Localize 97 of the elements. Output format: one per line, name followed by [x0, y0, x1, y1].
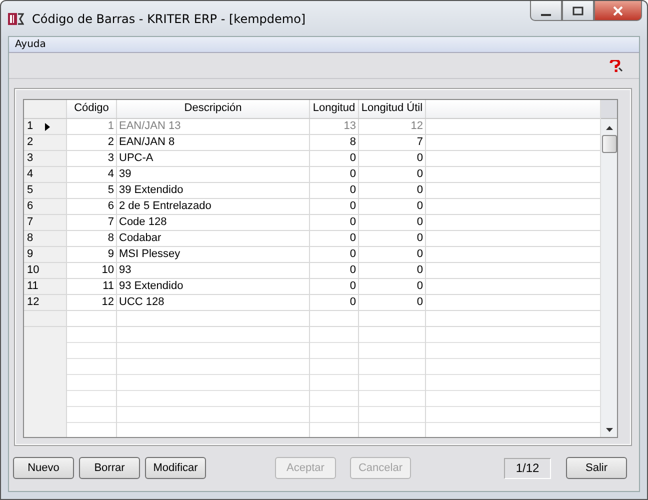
table-cell: 0 [359, 247, 426, 263]
table-cell: 2 [67, 135, 117, 151]
maximize-button[interactable] [562, 1, 594, 21]
table-cell: 8 [67, 231, 117, 247]
table-cell: 9 [67, 247, 117, 263]
table-cell: 0 [359, 231, 426, 247]
close-icon [612, 6, 624, 16]
menu-item[interactable]: Ayuda [15, 39, 46, 50]
table-cell: Codabar [117, 231, 310, 247]
row-number: 3 [27, 151, 34, 166]
column-header[interactable]: Código [67, 100, 117, 118]
scroll-up-icon[interactable] [606, 126, 612, 130]
table-cell: 6 [67, 199, 117, 215]
table-cell: 0 [359, 151, 426, 167]
table-cell: 11 [67, 279, 117, 295]
row-number: 2 [27, 135, 34, 150]
row-number: 11 [27, 279, 38, 294]
row-number: 4 [27, 167, 34, 182]
minimize-icon [541, 14, 551, 16]
column-header[interactable]: Longitud [310, 100, 359, 118]
table-cell: EAN/JAN 8 [117, 135, 310, 151]
table-cell: 8 [310, 135, 359, 151]
table-cell: UPC-A [117, 151, 310, 167]
table-cell: 0 [310, 231, 359, 247]
table-cell: 0 [359, 215, 426, 231]
row-number: 12 [27, 295, 40, 310]
column-header[interactable]: Longitud Útil [359, 100, 426, 118]
table-cell: 0 [359, 295, 426, 311]
table-cell: 93 [117, 263, 310, 279]
table-cell: 7 [67, 215, 117, 231]
table-cell: 4 [67, 167, 117, 183]
maximize-icon [572, 6, 584, 16]
help-icon[interactable] [609, 60, 623, 72]
vertical-scrollbar[interactable] [600, 100, 617, 437]
table-cell: 2 de 5 Entrelazado [117, 199, 310, 215]
action-button[interactable]: Modificar [145, 457, 206, 479]
row-number: 5 [27, 183, 34, 198]
action-button[interactable]: Borrar [79, 457, 140, 479]
table-cell: MSI Plessey [117, 247, 310, 263]
table-cell: 1 [67, 119, 117, 135]
current-row-icon [45, 122, 50, 130]
row-header[interactable]: 4 [24, 167, 67, 183]
table-cell: 13 [310, 119, 359, 135]
row-number: 6 [27, 199, 34, 214]
table-cell: 12 [359, 119, 426, 135]
column-header[interactable]: Descripción [117, 100, 310, 118]
table-cell: 0 [310, 183, 359, 199]
exit-button[interactable]: Salir [566, 457, 627, 479]
record-counter: 1/12 [504, 458, 551, 478]
table-cell: 0 [310, 247, 359, 263]
table-cell: 0 [359, 167, 426, 183]
table-cell: 7 [359, 135, 426, 151]
table-cell: 0 [310, 295, 359, 311]
table-cell: 39 [117, 167, 310, 183]
table-cell: 0 [310, 263, 359, 279]
table-cell: 0 [310, 215, 359, 231]
table-cell: 10 [67, 263, 117, 279]
table-cell: 0 [310, 167, 359, 183]
table-cell: 0 [310, 199, 359, 215]
table-cell: 0 [359, 279, 426, 295]
table-cell: 3 [67, 151, 117, 167]
row-header[interactable]: 6 [24, 199, 67, 215]
table-cell: 0 [359, 199, 426, 215]
table-cell: 12 [67, 295, 117, 311]
table-cell: 0 [359, 263, 426, 279]
table-cell: EAN/JAN 13 [117, 119, 310, 135]
row-number: 1 [27, 119, 34, 134]
table-cell: 0 [310, 151, 359, 167]
table-cell: Code 128 [117, 215, 310, 231]
scrollbar-corner [601, 100, 617, 119]
table-cell: 93 Extendido [117, 279, 310, 295]
row-header[interactable]: 9 [24, 247, 67, 263]
app-icon [8, 12, 24, 26]
row-header[interactable]: 3 [24, 151, 67, 167]
row-header[interactable]: 1 [24, 119, 67, 135]
minimize-button[interactable] [530, 1, 562, 21]
window-title: Código de Barras - KRITER ERP - [kempdemo] [32, 12, 306, 26]
scroll-down-icon[interactable] [606, 428, 612, 432]
close-button[interactable] [594, 1, 642, 21]
row-number: 8 [27, 231, 34, 246]
row-header[interactable]: 10 [24, 263, 67, 279]
table-cell: 0 [310, 279, 359, 295]
row-number: 10 [27, 263, 40, 278]
row-header[interactable]: 7 [24, 215, 67, 231]
row-header[interactable]: 2 [24, 135, 67, 151]
row-number: 7 [27, 215, 34, 230]
table-cell: 5 [67, 183, 117, 199]
table-cell: UCC 128 [117, 295, 310, 311]
table-cell: 0 [359, 183, 426, 199]
action-button[interactable]: Nuevo [13, 457, 74, 479]
table-cell: 39 Extendido [117, 183, 310, 199]
row-header[interactable]: 12 [24, 295, 67, 311]
row-number: 9 [27, 247, 34, 262]
row-header[interactable]: 8 [24, 231, 67, 247]
row-header[interactable]: 5 [24, 183, 67, 199]
row-header[interactable]: 11 [24, 279, 67, 295]
scroll-thumb[interactable] [602, 135, 616, 153]
